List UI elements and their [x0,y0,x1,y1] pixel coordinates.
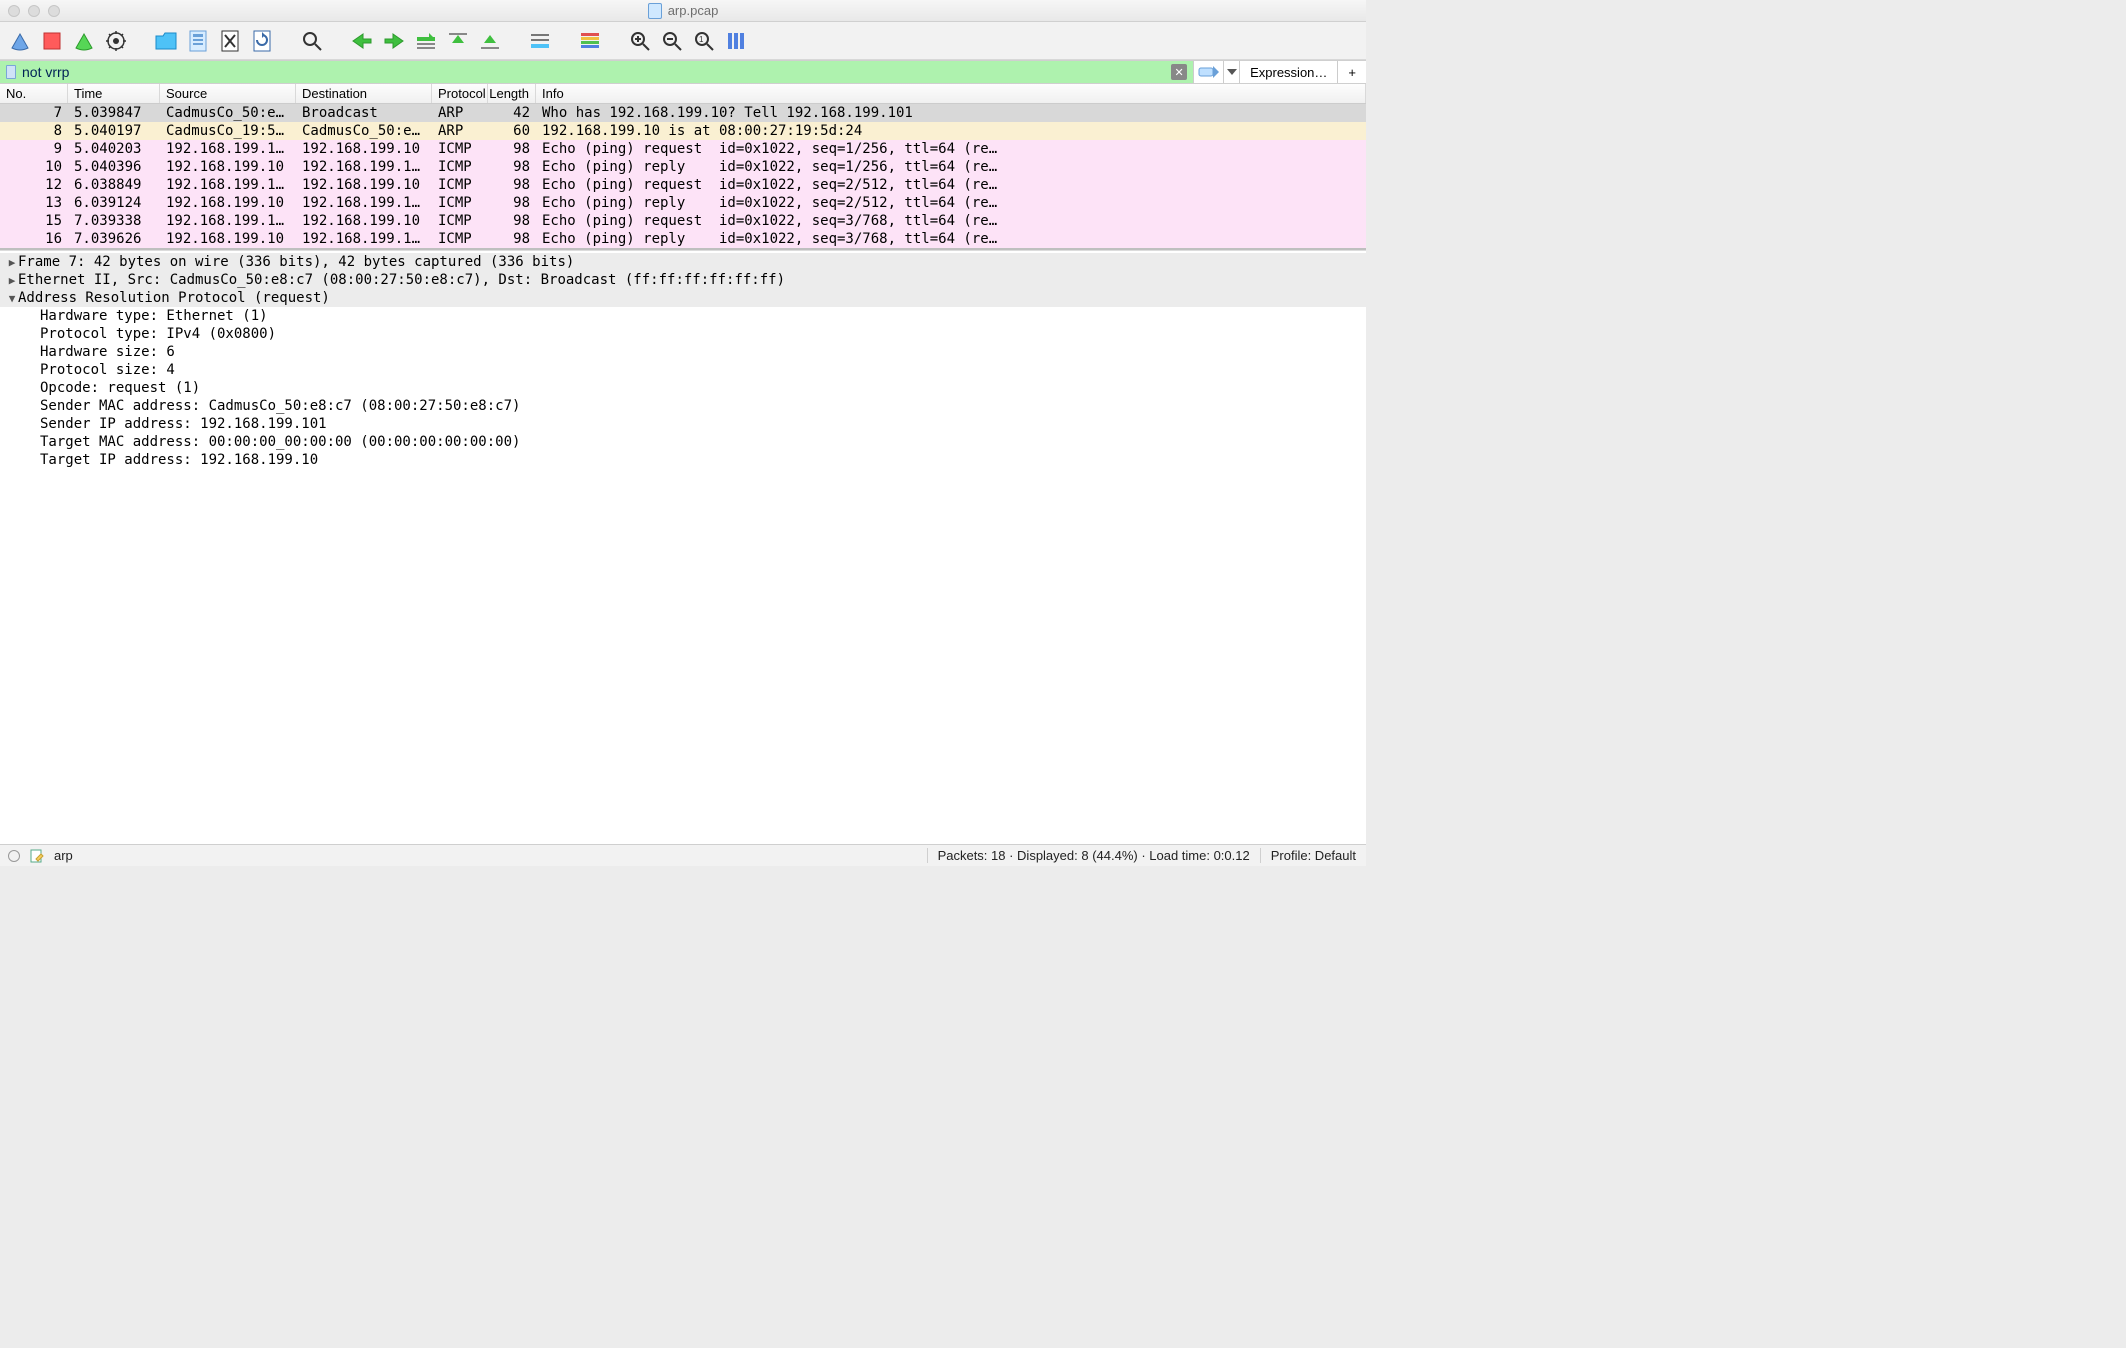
tree-arp-text: Address Resolution Protocol (request) [18,290,330,306]
tree-field[interactable]: Sender IP address: 192.168.199.101 [0,415,1366,433]
column-header-protocol[interactable]: Protocol [432,84,488,103]
column-header-info[interactable]: Info [536,84,1366,103]
save-file-button[interactable] [184,27,212,55]
zoom-reset-button[interactable]: 1 [690,27,718,55]
svg-text:1: 1 [699,35,704,44]
window-title: arp.pcap [0,3,1366,19]
status-left-text: arp [54,848,73,863]
close-file-button[interactable] [216,27,244,55]
tree-field[interactable]: Target MAC address: 00:00:00_00:00:00 (0… [0,433,1366,451]
start-capture-button[interactable] [6,27,34,55]
expression-button[interactable]: Expression… [1239,61,1337,83]
display-filter-field[interactable]: ✕ [0,61,1193,83]
packet-row[interactable]: 105.040396192.168.199.10192.168.199.101I… [0,158,1366,176]
packet-list-pane: No. Time Source Destination Protocol Len… [0,84,1366,250]
packet-row[interactable]: 136.039124192.168.199.10192.168.199.101I… [0,194,1366,212]
capture-options-button[interactable] [102,27,130,55]
stop-capture-button[interactable] [38,27,66,55]
column-header-time[interactable]: Time [68,84,160,103]
go-back-button[interactable] [348,27,376,55]
packet-row[interactable]: 85.040197CadmusCo_19:5d:24CadmusCo_50:e8… [0,122,1366,140]
colorize-button[interactable] [576,27,604,55]
display-filter-bar: ✕ Expression… + [0,60,1366,84]
packet-list-body[interactable]: 75.039847CadmusCo_50:e8:c7BroadcastARP42… [0,104,1366,248]
zoom-in-button[interactable] [626,27,654,55]
packet-details-pane[interactable]: ▶ Frame 7: 42 bytes on wire (336 bits), … [0,250,1366,844]
filter-bookmark-icon[interactable] [6,65,16,79]
packet-row[interactable]: 157.039338192.168.199.101192.168.199.10I… [0,212,1366,230]
main-toolbar: 1 [0,22,1366,60]
resize-columns-button[interactable] [722,27,750,55]
go-forward-button[interactable] [380,27,408,55]
expert-info-icon[interactable] [8,850,20,862]
window-titlebar: arp.pcap [0,0,1366,22]
packet-row[interactable]: 75.039847CadmusCo_50:e8:c7BroadcastARP42… [0,104,1366,122]
column-header-no[interactable]: No. [0,84,68,103]
column-header-source[interactable]: Source [160,84,296,103]
auto-scroll-button[interactable] [526,27,554,55]
status-bar: arp Packets: 18 · Displayed: 8 (44.4%) ·… [0,844,1366,866]
goto-first-button[interactable] [444,27,472,55]
tree-field[interactable]: Sender MAC address: CadmusCo_50:e8:c7 (0… [0,397,1366,415]
title-text: arp.pcap [668,3,719,18]
tree-field[interactable]: Protocol type: IPv4 (0x0800) [0,325,1366,343]
tree-field[interactable]: Hardware size: 6 [0,343,1366,361]
zoom-out-button[interactable] [658,27,686,55]
status-packet-counts: Packets: 18 · Displayed: 8 (44.4%) · Loa… [927,848,1260,863]
filter-history-dropdown[interactable] [1223,61,1239,83]
packet-row[interactable]: 126.038849192.168.199.101192.168.199.10I… [0,176,1366,194]
find-packet-button[interactable] [298,27,326,55]
expand-icon[interactable]: ▶ [6,274,18,287]
display-filter-input[interactable] [22,64,1165,80]
goto-last-button[interactable] [476,27,504,55]
packet-list-header[interactable]: No. Time Source Destination Protocol Len… [0,84,1366,104]
tree-eth-text: Ethernet II, Src: CadmusCo_50:e8:c7 (08:… [18,272,785,288]
tree-ethernet[interactable]: ▶ Ethernet II, Src: CadmusCo_50:e8:c7 (0… [0,271,1366,289]
tree-field[interactable]: Hardware type: Ethernet (1) [0,307,1366,325]
tree-frame[interactable]: ▶ Frame 7: 42 bytes on wire (336 bits), … [0,253,1366,271]
reload-file-button[interactable] [248,27,276,55]
tree-frame-text: Frame 7: 42 bytes on wire (336 bits), 42… [18,254,574,270]
packet-row[interactable]: 167.039626192.168.199.10192.168.199.101I… [0,230,1366,248]
collapse-icon[interactable]: ▼ [6,292,18,305]
goto-packet-button[interactable] [412,27,440,55]
column-header-destination[interactable]: Destination [296,84,432,103]
column-header-length[interactable]: Length [488,84,536,103]
tree-field[interactable]: Target IP address: 192.168.199.10 [0,451,1366,469]
open-file-button[interactable] [152,27,180,55]
expand-icon[interactable]: ▶ [6,256,18,269]
status-profile[interactable]: Profile: Default [1260,848,1366,863]
tree-field[interactable]: Opcode: request (1) [0,379,1366,397]
document-icon [648,3,662,19]
clear-filter-button[interactable]: ✕ [1171,64,1187,80]
apply-filter-button[interactable] [1193,61,1223,83]
tree-field[interactable]: Protocol size: 4 [0,361,1366,379]
restart-capture-button[interactable] [70,27,98,55]
packet-row[interactable]: 95.040203192.168.199.101192.168.199.10IC… [0,140,1366,158]
edit-capture-comment-icon[interactable] [30,849,44,863]
add-filter-button[interactable]: + [1337,61,1366,83]
tree-arp[interactable]: ▼ Address Resolution Protocol (request) [0,289,1366,307]
